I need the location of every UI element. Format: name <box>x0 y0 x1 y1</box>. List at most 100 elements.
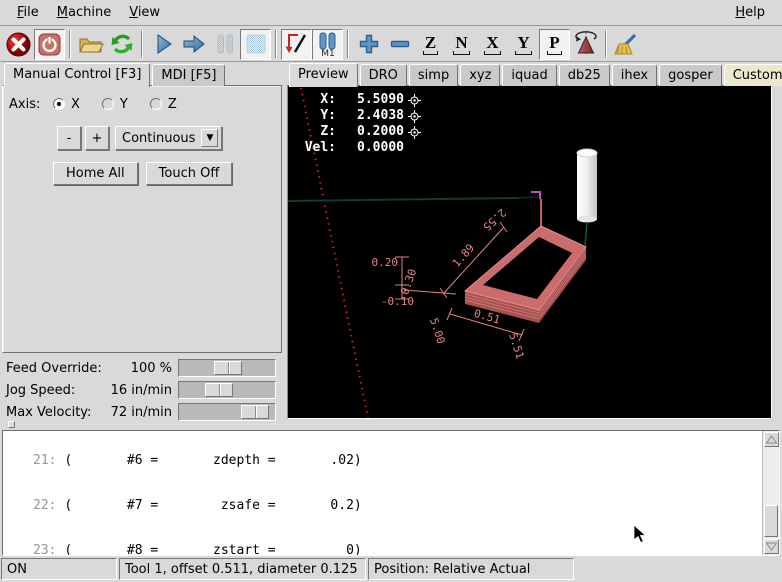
tab-xyz[interactable]: xyz <box>460 64 500 86</box>
view-perspective-button[interactable]: P <box>539 29 570 60</box>
tab-simp[interactable]: simp <box>409 64 458 86</box>
feed-override-slider[interactable] <box>178 359 276 377</box>
feed-override-row: Feed Override: 100 % <box>2 358 282 379</box>
svg-text:1.89: 1.89 <box>450 241 477 269</box>
clear-plot-icon <box>613 32 640 57</box>
max-velocity-label: Max Velocity: <box>6 405 91 420</box>
view-front-button[interactable]: X <box>477 29 508 60</box>
tool-tip-line <box>585 222 587 246</box>
skip-lines-button[interactable] <box>281 29 312 60</box>
stop-button[interactable] <box>240 29 271 60</box>
max-velocity-handle[interactable] <box>241 405 269 419</box>
jog-mode-combobox[interactable]: Continuous ▼ <box>115 126 222 150</box>
axis-radio-x[interactable]: X <box>53 97 80 112</box>
machine-power-icon <box>37 32 62 57</box>
menu-view[interactable]: View <box>120 2 169 23</box>
tab-custom[interactable]: Custom <box>724 64 782 86</box>
step-button[interactable] <box>178 29 209 60</box>
preview-canvas-frame: 2.55 1.89 0.20 0.30 -0.10 5.00 0.51 5.51… <box>287 85 772 419</box>
svg-text:-0.10: -0.10 <box>381 295 414 308</box>
dro-vel-value: 0.0000 <box>348 140 404 156</box>
dro-y-label: Y: <box>296 108 336 124</box>
svg-text:0.20: 0.20 <box>372 256 399 269</box>
rapid-line-dim <box>518 197 538 198</box>
gcode-lines: 21: ( #6 = zdepth = .02) 22: ( #7 = zsaf… <box>3 430 761 556</box>
tab-preview[interactable]: Preview <box>289 63 358 87</box>
menu-machine[interactable]: Machine <box>48 2 120 23</box>
feed-override-handle[interactable] <box>214 361 242 375</box>
view-top-button[interactable]: Z <box>415 29 446 60</box>
rotate-view-button[interactable] <box>570 29 601 60</box>
preview-canvas[interactable]: 2.55 1.89 0.20 0.30 -0.10 5.00 0.51 5.51… <box>288 86 771 418</box>
max-velocity-slider[interactable] <box>178 403 276 421</box>
menu-bar: File Machine View Help <box>0 0 782 26</box>
view-rotated-top-button[interactable]: N <box>446 29 477 60</box>
dro-y-value: 2.4038 <box>348 108 404 124</box>
max-velocity-row: Max Velocity: 72 in/min <box>2 402 282 423</box>
manual-control-panel: Axis: X Y Z - + Continuous ▼ Home All To… <box>2 85 282 353</box>
view-side-button[interactable]: Y <box>508 29 539 60</box>
optional-pause-icon: M1 <box>315 31 341 57</box>
gcode-scrollbar[interactable] <box>762 431 779 555</box>
toolbar-separator <box>347 30 349 58</box>
touch-off-button[interactable]: Touch Off <box>146 162 233 185</box>
svg-text:5.51: 5.51 <box>506 331 527 360</box>
jog-speed-value: 16 in/min <box>111 383 172 398</box>
radio-y-icon <box>102 98 114 110</box>
jog-speed-handle[interactable] <box>205 383 233 397</box>
tab-mdi[interactable]: MDI [F5] <box>152 64 225 86</box>
optional-pause-button[interactable]: M1 <box>312 29 343 60</box>
zoom-in-button[interactable] <box>353 29 384 60</box>
tab-gosper[interactable]: gosper <box>659 64 722 86</box>
view-top-icon: Z <box>423 34 438 55</box>
zoom-out-button[interactable] <box>384 29 415 60</box>
rapid-line <box>288 198 518 201</box>
open-file-icon <box>77 32 104 56</box>
jog-speed-slider[interactable] <box>178 381 276 399</box>
override-sliders: Feed Override: 100 % Jog Speed: 16 in/mi… <box>2 358 282 424</box>
axis-label: Axis: <box>9 97 53 112</box>
svg-text:5.00: 5.00 <box>427 316 448 345</box>
toolbar-separator <box>69 30 71 58</box>
menu-help[interactable]: Help <box>726 2 774 23</box>
tab-iquad[interactable]: iquad <box>502 64 556 86</box>
view-side-icon: Y <box>515 34 531 55</box>
tool-info-panel: Tool 1, offset 0.511, diameter 0.125 <box>119 558 366 580</box>
axis-z-label: Z <box>168 97 177 112</box>
axis-radio-z[interactable]: Z <box>150 97 177 112</box>
scroll-down-arrow[interactable] <box>764 539 779 554</box>
tab-ihex[interactable]: ihex <box>612 64 657 86</box>
jog-plus-button[interactable]: + <box>85 126 109 150</box>
jog-mode-value: Continuous <box>122 131 195 146</box>
scrollbar-thumb[interactable] <box>764 505 778 537</box>
dro-readout: X: 5.5090 Y: 2.4038 Z: 0.2000 <box>296 92 421 156</box>
estop-button[interactable] <box>3 29 34 60</box>
svg-text:2.55: 2.55 <box>480 206 508 234</box>
skip-lines-icon <box>284 31 310 57</box>
jog-minus-button[interactable]: - <box>57 126 81 150</box>
tab-db25[interactable]: db25 <box>559 64 610 86</box>
tab-manual-control[interactable]: Manual Control [F3] <box>4 63 150 87</box>
svg-text:0.30: 0.30 <box>398 267 419 296</box>
dro-z-label: Z: <box>296 124 336 140</box>
axis-radio-y[interactable]: Y <box>102 97 128 112</box>
clear-plot-button[interactable] <box>611 29 642 60</box>
homed-icon <box>408 126 421 139</box>
pane-sash-grip[interactable] <box>8 421 15 428</box>
menu-file[interactable]: File <box>8 2 48 23</box>
machine-power-button[interactable] <box>34 29 65 60</box>
dro-z-value: 0.2000 <box>348 124 404 140</box>
left-notebook: Manual Control [F3] MDI [F5] Axis: X Y Z… <box>0 62 285 428</box>
home-all-button[interactable]: Home All <box>53 162 138 185</box>
view-perspective-icon: P <box>547 34 561 55</box>
run-button[interactable] <box>147 29 178 60</box>
reload-icon <box>109 31 135 57</box>
scroll-up-arrow[interactable] <box>764 432 779 447</box>
open-file-button[interactable] <box>75 29 106 60</box>
reload-button[interactable] <box>106 29 137 60</box>
pause-button[interactable] <box>209 29 240 60</box>
tab-dro[interactable]: DRO <box>360 64 407 86</box>
view-front-icon: X <box>484 34 500 55</box>
gcode-text-area[interactable]: 21: ( #6 = zdepth = .02) 22: ( #7 = zsaf… <box>2 430 780 556</box>
feed-override-label: Feed Override: <box>6 361 102 376</box>
